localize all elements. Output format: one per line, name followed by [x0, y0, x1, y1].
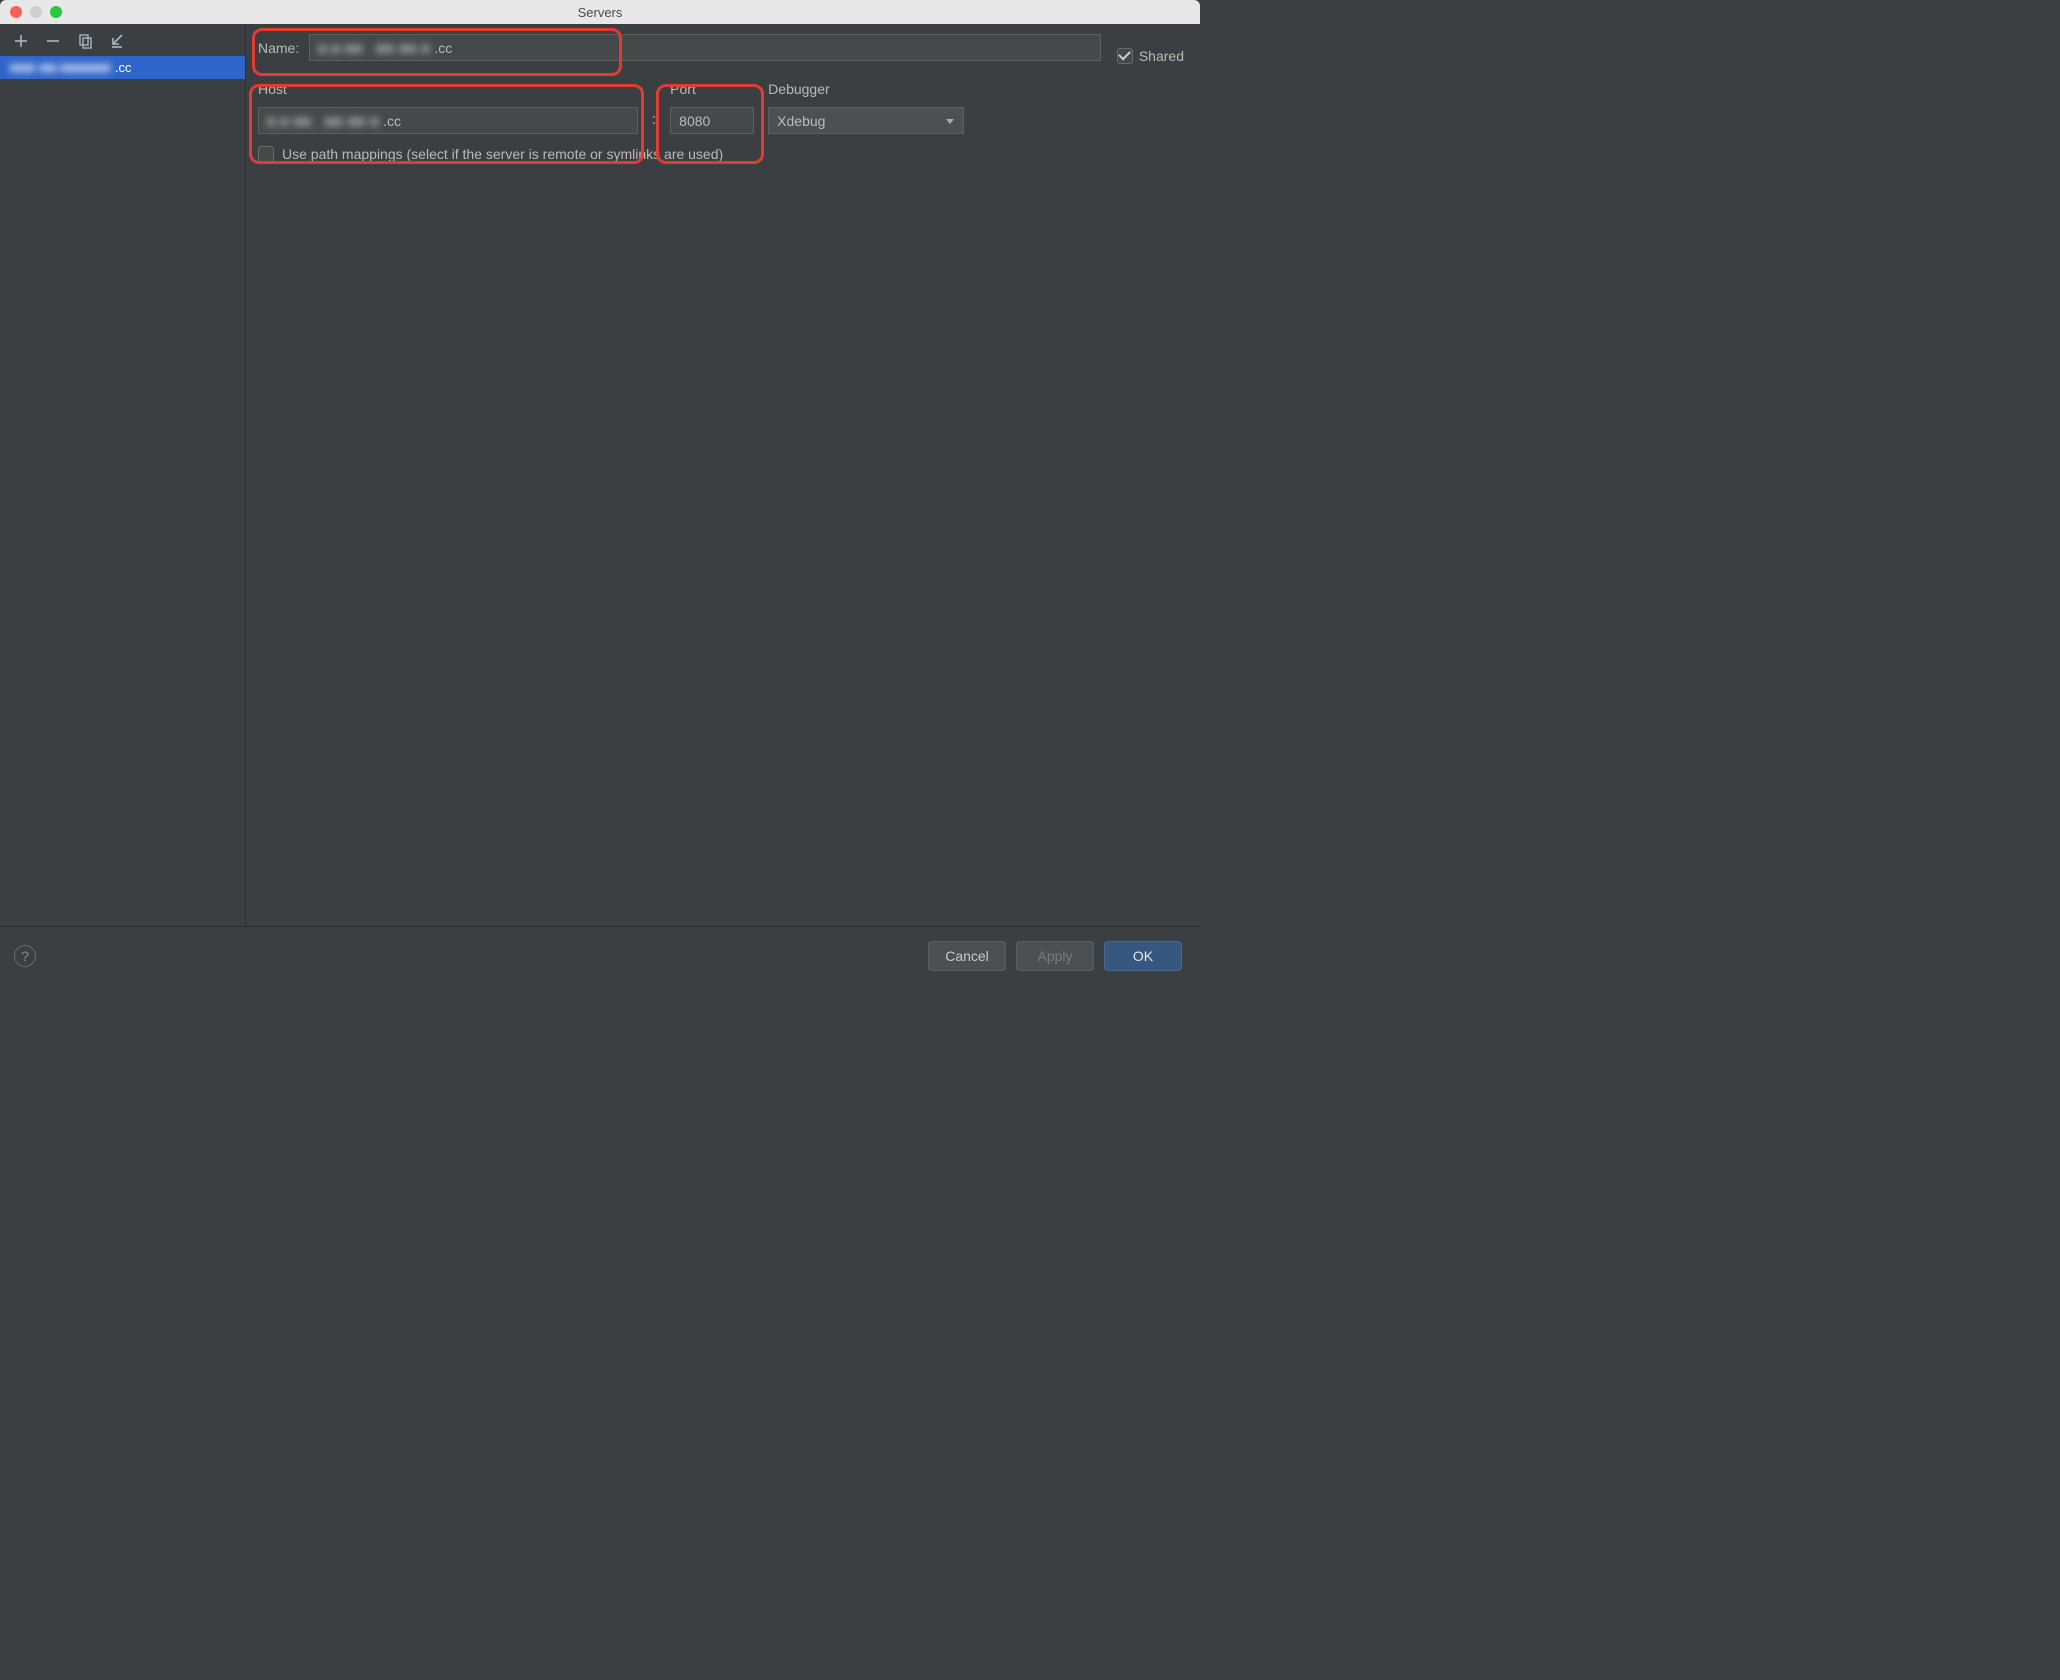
shared-checkbox-row: Shared: [1117, 48, 1184, 64]
window-controls: [0, 6, 62, 18]
shared-label: Shared: [1139, 48, 1184, 64]
remove-icon[interactable]: [44, 32, 62, 50]
zoom-window-icon[interactable]: [50, 6, 62, 18]
debugger-select[interactable]: Xdebug: [768, 107, 964, 134]
debugger-value: Xdebug: [777, 113, 825, 129]
list-item-label-blurred: ■■■·■■:■■■■■■: [10, 60, 111, 75]
copy-icon[interactable]: [76, 32, 94, 50]
list-item-label-suffix: .cc: [115, 60, 132, 75]
server-list: ■■■·■■:■■■■■■ .cc: [0, 56, 245, 926]
host-label: Host: [258, 81, 638, 97]
import-icon[interactable]: [108, 32, 126, 50]
dialog-footer: ? Cancel Apply OK: [0, 926, 1200, 984]
sidebar-toolbar: [0, 24, 245, 56]
host-value-suffix: .cc: [383, 113, 401, 129]
path-mappings-checkbox[interactable]: [258, 146, 274, 162]
cancel-button[interactable]: Cancel: [928, 941, 1006, 971]
name-label: Name:: [258, 40, 299, 56]
list-item[interactable]: ■■■·■■:■■■■■■ .cc: [0, 56, 245, 79]
titlebar: Servers: [0, 0, 1200, 24]
port-label: Port: [670, 81, 754, 97]
sidebar: ■■■·■■:■■■■■■ .cc: [0, 24, 246, 926]
shared-checkbox[interactable]: [1117, 48, 1133, 64]
port-value: 8080: [679, 113, 710, 129]
debugger-label: Debugger: [768, 81, 964, 97]
port-input[interactable]: 8080: [670, 107, 754, 134]
help-icon[interactable]: ?: [14, 945, 36, 967]
host-input[interactable]: ■.■ ■■ . ■■·■■ ■.cc: [258, 107, 638, 134]
host-port-separator: :: [652, 111, 656, 134]
apply-button[interactable]: Apply: [1016, 941, 1094, 971]
chevron-down-icon: [945, 113, 955, 129]
host-value-blurred: ■.■ ■■ . ■■·■■ ■: [267, 113, 379, 129]
main-panel: Name: ■.■ ■■ . ■■·■■ ■.cc Shared Host ■.…: [246, 24, 1200, 926]
close-window-icon[interactable]: [10, 6, 22, 18]
add-icon[interactable]: [12, 32, 30, 50]
name-value-blurred: ■.■ ■■ . ■■·■■ ■: [318, 40, 430, 56]
name-input[interactable]: ■.■ ■■ . ■■·■■ ■.cc: [309, 34, 1101, 61]
path-mappings-label: Use path mappings (select if the server …: [282, 146, 723, 162]
name-value-suffix: .cc: [434, 40, 452, 56]
window-title: Servers: [0, 5, 1200, 20]
ok-button[interactable]: OK: [1104, 941, 1182, 971]
minimize-window-icon[interactable]: [30, 6, 42, 18]
